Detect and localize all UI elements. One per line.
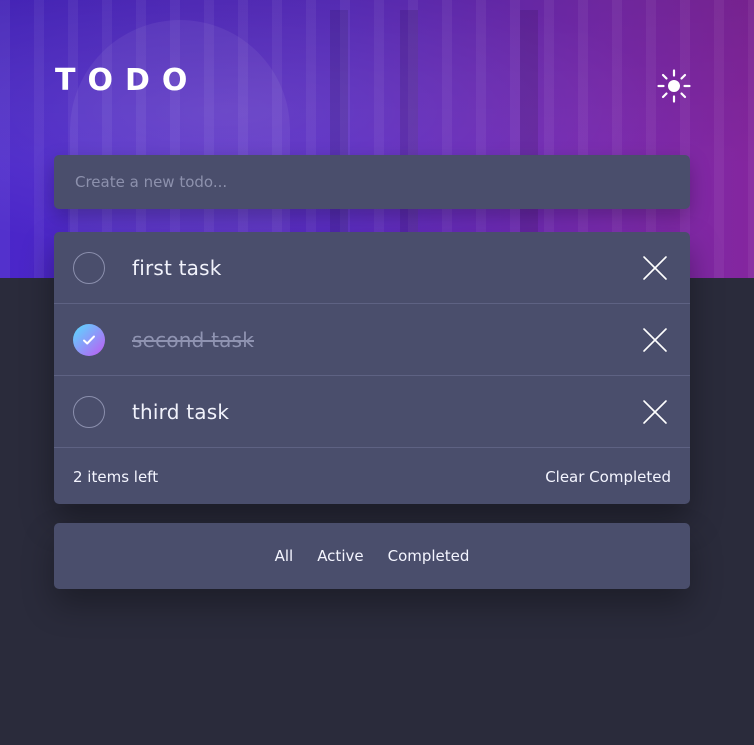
todo-list: first task second task third task 2 item… [54, 232, 690, 504]
todo-checkbox[interactable] [73, 251, 105, 284]
filter-all-button[interactable]: All [263, 547, 306, 565]
todo-item: third task [54, 376, 690, 448]
todo-list-footer: 2 items left Clear Completed [54, 449, 690, 504]
todo-text[interactable]: first task [132, 256, 222, 280]
filter-completed-button[interactable]: Completed [376, 547, 482, 565]
sun-icon [657, 69, 691, 103]
theme-toggle-button[interactable] [656, 68, 692, 104]
close-icon [643, 255, 667, 280]
todo-checkbox[interactable] [73, 323, 105, 356]
checkmark-icon [83, 335, 95, 344]
items-left-count: 2 items left [73, 467, 159, 486]
filter-bar: All Active Completed [54, 523, 690, 589]
todo-text[interactable]: third task [132, 400, 229, 424]
todo-text[interactable]: second task [132, 328, 254, 352]
todo-item: first task [54, 232, 690, 304]
filter-active-button[interactable]: Active [305, 547, 375, 565]
close-icon [643, 399, 667, 424]
delete-todo-button[interactable] [642, 255, 668, 281]
todo-checkbox[interactable] [73, 395, 105, 428]
background-arch [70, 20, 290, 260]
clear-completed-button[interactable]: Clear Completed [545, 468, 671, 486]
close-icon [643, 327, 667, 352]
todo-item: second task [54, 304, 690, 376]
app-title: TODO [55, 63, 200, 98]
new-todo-bar [54, 155, 690, 209]
new-todo-input[interactable] [73, 172, 671, 192]
delete-todo-button[interactable] [642, 327, 668, 353]
delete-todo-button[interactable] [642, 399, 668, 425]
